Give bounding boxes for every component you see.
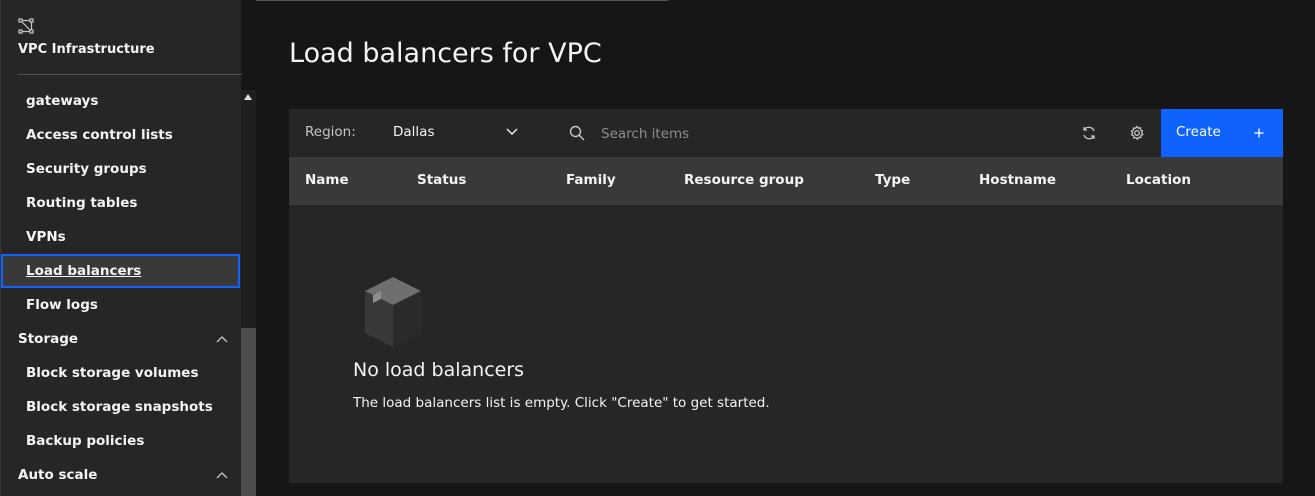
create-button[interactable]: Create: [1161, 109, 1283, 157]
sidebar-item-block-storage-snapshots[interactable]: Block storage snapshots: [1, 390, 240, 424]
page-title: Load balancers for VPC: [289, 38, 602, 69]
sidebar-item-gateways[interactable]: gateways: [1, 84, 240, 118]
sidebar-section-auto-scale[interactable]: Auto scale: [1, 458, 240, 492]
column-header-name[interactable]: Name: [305, 172, 349, 188]
settings-button[interactable]: [1113, 109, 1161, 157]
sidebar-item-flow-logs[interactable]: Flow logs: [1, 288, 240, 322]
region-value: Dallas: [393, 124, 435, 140]
sidebar-item-backup-policies[interactable]: Backup policies: [1, 424, 240, 458]
table-toolbar: Region: Dallas Create: [289, 109, 1283, 157]
empty-box-icon: [365, 277, 421, 347]
column-header-resource-group[interactable]: Resource group: [684, 172, 804, 188]
sidebar-item-load-balancers[interactable]: Load balancers: [1, 254, 240, 288]
sidebar-item-routing-tables[interactable]: Routing tables: [1, 186, 240, 220]
divider: [256, 0, 668, 1]
plus-icon: [1254, 128, 1264, 138]
search-input[interactable]: [599, 121, 1043, 147]
sidebar-section-label: Storage: [18, 331, 79, 347]
sidebar-item-vpns[interactable]: VPNs: [1, 220, 240, 254]
divider: [18, 74, 242, 75]
sidebar-item-label: Load balancers: [26, 263, 142, 279]
scroll-up-arrow-icon[interactable]: [244, 94, 252, 100]
sidebar-item-label: Backup policies: [26, 433, 145, 449]
sidebar-item-access-control-lists[interactable]: Access control lists: [1, 118, 240, 152]
vpc-icon: [18, 18, 34, 34]
resource-table: Region: Dallas Create: [289, 109, 1283, 483]
sidebar-section-label: Auto scale: [18, 467, 98, 483]
sidebar-item-label: Access control lists: [26, 127, 173, 143]
table-header: Name Status Family Resource group Type H…: [289, 157, 1283, 205]
sidebar-item-label: gateways: [26, 93, 99, 109]
search-icon: [569, 125, 585, 141]
refresh-icon: [1083, 126, 1095, 140]
empty-state-description: The load balancers list is empty. Click …: [353, 395, 770, 411]
column-header-location[interactable]: Location: [1126, 172, 1191, 188]
empty-state-title: No load balancers: [353, 359, 525, 381]
sidebar-scrollbar-thumb[interactable]: [241, 328, 256, 496]
region-dropdown[interactable]: Dallas: [393, 109, 529, 157]
sidebar-item-label: Flow logs: [26, 297, 98, 313]
sidebar-item-label: Block storage volumes: [26, 365, 199, 381]
sidebar-item-label: Block storage snapshots: [26, 399, 213, 415]
refresh-button[interactable]: [1065, 109, 1113, 157]
column-header-family[interactable]: Family: [566, 172, 616, 188]
sidebar-section-storage[interactable]: Storage: [1, 322, 240, 356]
column-header-type[interactable]: Type: [875, 172, 910, 188]
sidebar-item-security-groups[interactable]: Security groups: [1, 152, 240, 186]
chevron-up-icon: [216, 472, 228, 479]
chevron-up-icon: [216, 336, 228, 343]
sidebar: VPC Infrastructure gateways Access contr…: [0, 0, 242, 496]
sidebar-item-label: Security groups: [26, 161, 147, 177]
sidebar-item-label: Routing tables: [26, 195, 138, 211]
gear-icon: [1130, 125, 1144, 141]
create-button-label: Create: [1176, 124, 1221, 140]
chevron-down-icon: [506, 128, 518, 135]
sidebar-header: VPC Infrastructure: [1, 0, 242, 80]
sidebar-title: VPC Infrastructure: [18, 42, 155, 57]
sidebar-nav: gateways Access control lists Security g…: [1, 84, 242, 496]
column-header-hostname[interactable]: Hostname: [979, 172, 1056, 188]
region-label: Region:: [305, 124, 356, 140]
search-box[interactable]: [553, 109, 1053, 157]
sidebar-item-label: VPNs: [26, 229, 66, 245]
sidebar-item-block-storage-volumes[interactable]: Block storage volumes: [1, 356, 240, 390]
column-header-status[interactable]: Status: [417, 172, 466, 188]
